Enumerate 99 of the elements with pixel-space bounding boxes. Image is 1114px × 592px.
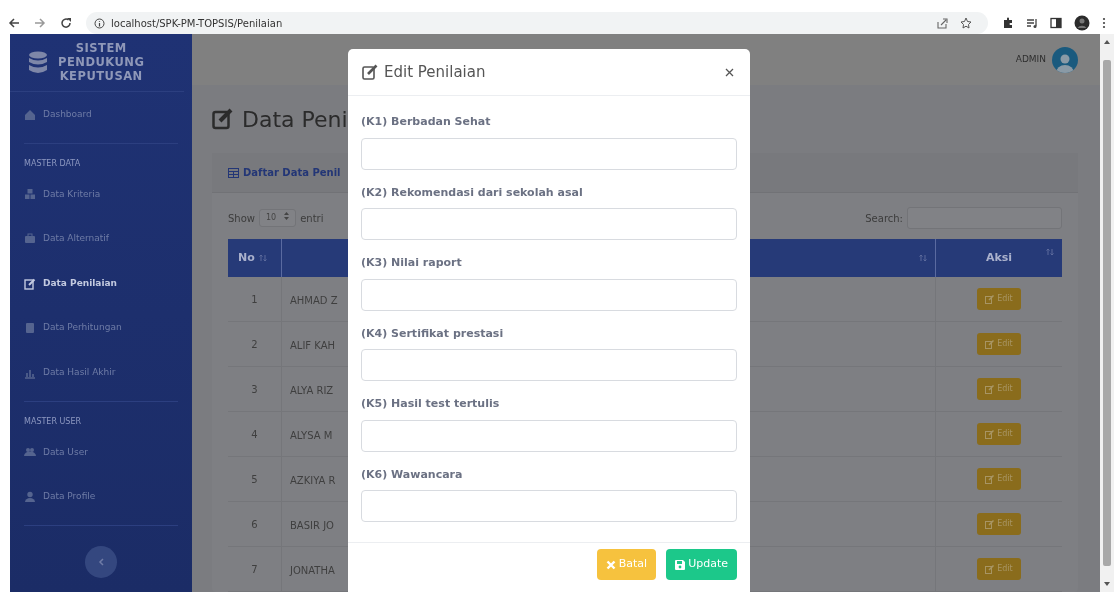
edit-icon: [985, 519, 995, 529]
edit-icon: [212, 108, 234, 130]
cancel-button[interactable]: Batal: [596, 549, 657, 580]
sidebar-item[interactable]: Data Profile: [10, 474, 192, 520]
user-icon: [24, 490, 36, 503]
edit-icon: [985, 474, 995, 484]
section-heading: MASTER DATA: [23, 158, 82, 171]
edit-button[interactable]: Edit: [977, 558, 1021, 580]
edit-button[interactable]: Edit: [977, 468, 1021, 490]
brand-title: SISTEM PENDUKUNG KEPUTUSAN: [58, 42, 145, 84]
table-cell-text: 2: [251, 337, 258, 352]
table-cell: ALYSA M: [290, 430, 333, 441]
page-title: Data Peni: [242, 105, 348, 134]
update-button[interactable]: Update: [666, 549, 737, 580]
puzzle-icon[interactable]: [1002, 17, 1014, 29]
page-size-select[interactable]: 10: [259, 209, 297, 227]
table-cell: BASIR JO: [290, 520, 334, 531]
table-cell-text: 1: [251, 292, 258, 307]
scrollbar[interactable]: [1100, 34, 1114, 592]
input-field[interactable]: [361, 208, 737, 240]
sort-icon[interactable]: [258, 254, 267, 262]
table-cell-text: 4: [251, 427, 258, 442]
sidebar-toggle-button[interactable]: [85, 546, 117, 578]
table-cell-text: 3: [251, 382, 258, 397]
sidebar-item[interactable]: Data User: [10, 430, 192, 475]
edit-icon: [362, 64, 378, 80]
side-panel-icon[interactable]: [1050, 17, 1062, 29]
sidebar-item[interactable]: Dashboard: [10, 92, 192, 138]
table-cell-text: 6: [251, 517, 258, 532]
section-heading: MASTER USER: [23, 416, 83, 429]
profile-avatar-icon[interactable]: [1074, 15, 1090, 31]
user-name: ADMIN: [1015, 52, 1046, 66]
column-header[interactable]: Aksi: [985, 249, 1013, 267]
playlist-icon[interactable]: [1026, 17, 1038, 29]
field-label: (K5) Hasil test tertulis: [361, 396, 501, 412]
entries-label: entri: [300, 211, 324, 226]
table-icon: [228, 167, 239, 178]
sidebar-item[interactable]: Data Penilaian: [10, 261, 192, 306]
home-icon: [24, 108, 36, 121]
sidebar-item[interactable]: Data Perhitungan: [10, 305, 192, 351]
show-label: Show: [228, 211, 255, 226]
edit-icon: [985, 564, 995, 574]
input-field[interactable]: [361, 137, 737, 170]
table-cell-text: 7: [251, 562, 258, 577]
column-header[interactable]: No: [238, 249, 255, 267]
table-cell-text: 5: [251, 472, 258, 487]
close-button[interactable]: [723, 67, 736, 77]
scroll-down-arrow-icon[interactable]: [1103, 580, 1111, 588]
table-cell: JONATHA: [290, 565, 335, 576]
close-icon: [725, 67, 734, 77]
edit-button[interactable]: Edit: [977, 333, 1021, 355]
sidebar-item[interactable]: Data Hasil Akhir: [10, 350, 192, 396]
sort-caret-icon: [284, 212, 290, 220]
table-cell: ALYA RIZ: [290, 385, 334, 396]
input-field[interactable]: [361, 490, 737, 522]
user-silhouette-icon: [1056, 52, 1074, 73]
kebab-menu-icon[interactable]: [1102, 17, 1106, 29]
search-label: Search:: [865, 211, 903, 226]
reload-icon[interactable]: [60, 17, 72, 29]
address-bar[interactable]: localhost/SPK-PM-TOPSIS/Penilaian: [86, 12, 988, 34]
edit-icon: [985, 294, 995, 304]
table-cell: ALIF KAH: [290, 340, 336, 351]
info-icon[interactable]: [94, 17, 105, 29]
dialog-title: Edit Penilaian: [384, 61, 487, 83]
field-label: (K3) Nilai raport: [361, 255, 463, 271]
field-label: (K4) Sertifikat prestasi: [361, 325, 505, 342]
share-icon[interactable]: [936, 17, 948, 29]
edit-button[interactable]: Edit: [977, 378, 1021, 400]
table-cell: AHMAD Z: [290, 295, 338, 306]
chevron-left-icon: [98, 558, 104, 567]
back-icon[interactable]: [8, 17, 20, 29]
sidebar-item[interactable]: Data Kriteria: [10, 172, 192, 217]
edit-icon: [985, 339, 995, 349]
sort-icon[interactable]: [1046, 248, 1054, 256]
field-label: (K6) Wawancara: [361, 466, 464, 483]
save-icon: [675, 559, 686, 570]
url-text: localhost/SPK-PM-TOPSIS/Penilaian: [111, 16, 283, 31]
input-field[interactable]: [361, 349, 737, 381]
input-field[interactable]: [361, 278, 737, 311]
star-icon[interactable]: [960, 17, 972, 29]
card-title: Daftar Data Penil: [243, 166, 341, 180]
edit-icon: [985, 429, 995, 439]
field-label: (K2) Rekomendasi dari sekolah asal: [361, 184, 584, 201]
database-icon: [28, 50, 48, 75]
forward-icon[interactable]: [34, 17, 46, 29]
edit-icon: [24, 277, 36, 290]
users-icon: [24, 446, 36, 459]
close-icon: [605, 559, 616, 570]
field-label: (K1) Berbadan Sehat: [361, 114, 492, 130]
edit-button[interactable]: Edit: [977, 513, 1021, 535]
input-field[interactable]: [361, 419, 737, 452]
sidebar-item[interactable]: Data Alternatif: [10, 216, 192, 262]
edit-button[interactable]: Edit: [977, 288, 1021, 310]
sort-icon[interactable]: [919, 254, 927, 262]
scroll-up-arrow-icon[interactable]: [1103, 38, 1111, 46]
user-avatar[interactable]: [1052, 46, 1078, 73]
edit-icon: [985, 384, 995, 394]
table-cell: AZKIYA R: [290, 475, 336, 486]
edit-button[interactable]: Edit: [977, 423, 1021, 445]
